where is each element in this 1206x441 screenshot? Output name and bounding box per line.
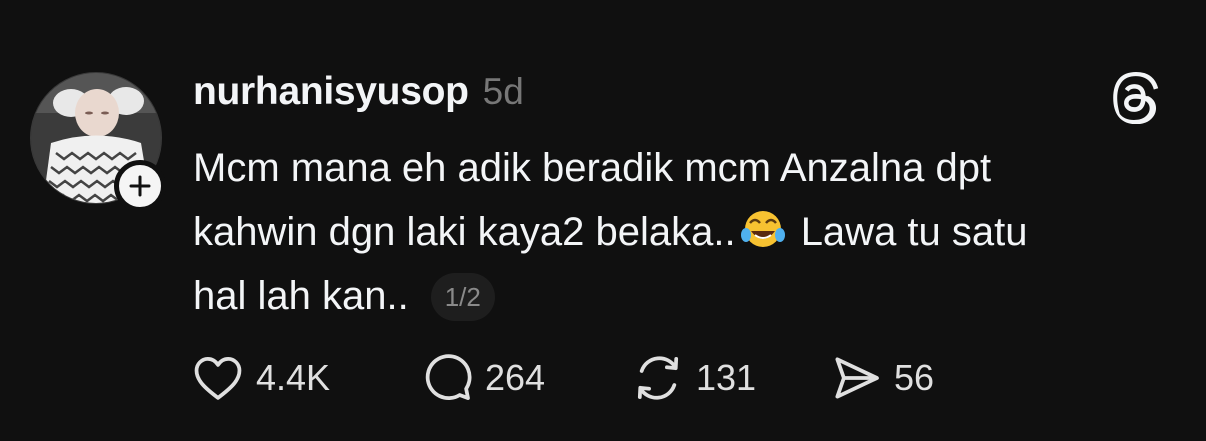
repost-count: 131 xyxy=(696,357,757,398)
post-text-line-2-start: kahwin dgn laki kaya2 belaka.. xyxy=(193,210,736,254)
plus-icon xyxy=(129,175,151,197)
post-text-line-2: kahwin dgn laki kaya2 belaka..😂 Lawa tu … xyxy=(193,200,1183,264)
action-bar: 4.4K 264 131 56 xyxy=(190,350,934,406)
reply-button[interactable]: 264 xyxy=(419,350,630,406)
share-button[interactable]: 56 xyxy=(828,350,934,406)
page-indicator-badge: 1/2 xyxy=(430,273,495,321)
post-body: Mcm mana eh adik beradik mcm Anzalna dpt… xyxy=(193,136,1183,328)
heart-icon xyxy=(194,357,242,400)
author-avatar-container xyxy=(30,72,166,212)
post-text-line-1: Mcm mana eh adik beradik mcm Anzalna dpt xyxy=(193,146,992,190)
post-text-line-3: hal lah kan.. 1/2 xyxy=(193,264,1183,328)
post-text-line-2-end: Lawa tu satu xyxy=(800,210,1028,254)
share-count: 56 xyxy=(894,357,935,398)
thread-post: nurhanisyusop 5d Mcm mana eh adik beradi… xyxy=(0,0,1206,441)
post-timestamp[interactable]: 5d xyxy=(483,71,524,113)
repost-icon xyxy=(637,356,679,400)
tears-of-joy-emoji-icon xyxy=(740,205,786,251)
post-text-line-3-text: hal lah kan.. xyxy=(193,274,409,318)
post-header: nurhanisyusop 5d xyxy=(193,70,524,120)
send-icon xyxy=(835,357,879,399)
follow-button[interactable] xyxy=(114,160,166,212)
author-username[interactable]: nurhanisyusop xyxy=(193,70,469,114)
comment-icon xyxy=(425,354,472,400)
reply-count: 264 xyxy=(485,357,546,398)
threads-logo-icon xyxy=(1108,72,1160,125)
like-count: 4.4K xyxy=(256,357,331,398)
repost-button[interactable]: 131 xyxy=(630,350,828,406)
like-button[interactable]: 4.4K xyxy=(190,350,419,406)
